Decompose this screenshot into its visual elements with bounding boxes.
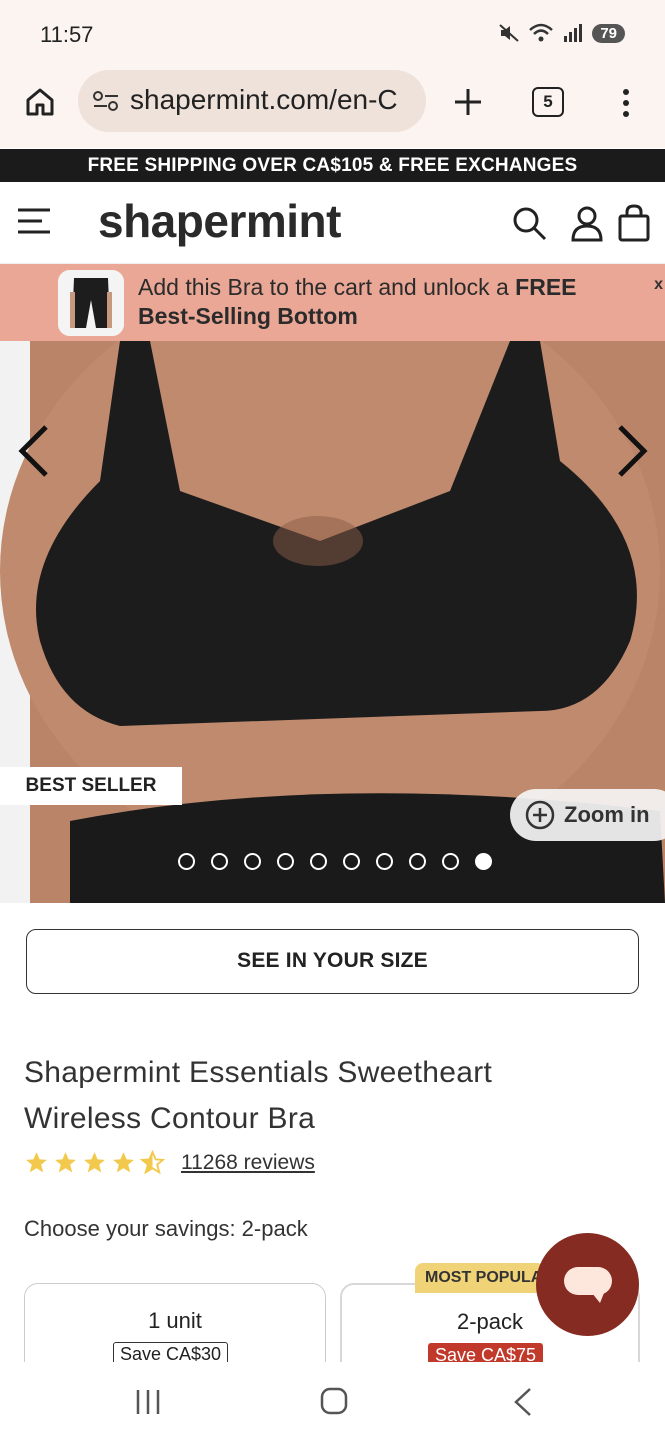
carousel-dot[interactable] [409,853,426,870]
star-icon [26,1152,47,1173]
star-icon [55,1152,76,1173]
tab-switcher-button[interactable]: 5 [532,87,564,117]
home-icon [26,88,54,116]
most-popular-tag: MOST POPULAR [415,1263,545,1293]
site-settings-icon[interactable] [92,89,120,113]
rating-stars [24,1150,165,1175]
carousel-dot[interactable] [376,853,393,870]
carousel-dot[interactable] [277,853,294,870]
upsell-banner[interactable]: Add this Bra to the cart and unlock a FR… [0,264,665,341]
chat-button[interactable] [536,1233,639,1336]
browser-toolbar: shapermint.com/en-C 5 [0,70,665,148]
android-nav-bar [0,1362,665,1440]
carousel-dot[interactable] [178,853,195,870]
back-nav-icon[interactable] [508,1386,536,1418]
reviews-link[interactable]: 11268 reviews [181,1151,315,1175]
carousel-dot[interactable] [310,853,327,870]
carousel-dot[interactable] [343,853,360,870]
previous-image-arrow[interactable] [14,421,54,481]
star-icon [113,1152,134,1173]
free-shipping-banner: FREE SHIPPING OVER CA$105 & FREE EXCHANG… [0,149,665,182]
status-time: 11:57 [40,22,94,47]
savings-label: Choose your savings: 2-pack [24,1216,308,1241]
url-bar[interactable]: shapermint.com/en-C [78,70,426,132]
carousel-dots [178,853,492,870]
recent-apps-icon[interactable] [134,1388,162,1416]
product-image-carousel[interactable]: BEST SELLER Zoom in [0,341,665,903]
option-1-unit-label: 1 unit [148,1308,202,1333]
wifi-icon [529,23,554,42]
home-nav-icon[interactable] [319,1386,349,1416]
upsell-text-prefix: Add this Bra to the cart and unlock a [138,274,516,300]
status-bar: 11:57 79 [0,0,665,70]
carousel-dot[interactable] [442,853,459,870]
carousel-dot[interactable] [244,853,261,870]
site-header: shapermint [0,182,665,264]
product-title: Shapermint Essentials Sweetheart Wireles… [24,1056,493,1135]
overflow-menu-icon[interactable] [612,86,640,120]
see-in-your-size-button[interactable]: SEE IN YOUR SIZE [26,929,639,994]
carousel-dot[interactable] [475,853,492,870]
upsell-close-button[interactable]: x [654,276,663,294]
status-icons: 79 [498,22,625,44]
star-icon [140,1150,165,1175]
mute-icon [499,24,519,42]
signal-icon [564,24,583,42]
new-tab-icon[interactable] [450,84,486,120]
shorts-thumbnail [58,270,124,336]
star-icon [84,1152,105,1173]
battery-icon: 79 [592,23,625,43]
home-button[interactable] [22,84,58,120]
product-rating: 11268 reviews [24,1150,315,1175]
zoom-label: Zoom in [564,802,650,827]
chat-bubble-icon [563,1266,612,1303]
upsell-text: Add this Bra to the cart and unlock a FR… [138,273,577,331]
shapermint-logo[interactable]: shapermint [98,194,341,248]
upsell-bottom: Best-Selling Bottom [138,303,358,329]
account-icon[interactable] [568,204,606,242]
best-seller-badge: BEST SELLER [0,767,182,805]
hamburger-menu-icon[interactable] [16,204,54,238]
cart-icon[interactable] [616,204,654,242]
next-image-arrow[interactable] [612,421,652,481]
url-text: shapermint.com/en-C [130,84,398,115]
search-icon[interactable] [510,204,548,242]
carousel-dot[interactable] [211,853,228,870]
upsell-free: FREE [515,274,577,300]
zoom-in-button[interactable]: Zoom in [510,789,665,841]
zoom-plus-icon [525,800,555,830]
